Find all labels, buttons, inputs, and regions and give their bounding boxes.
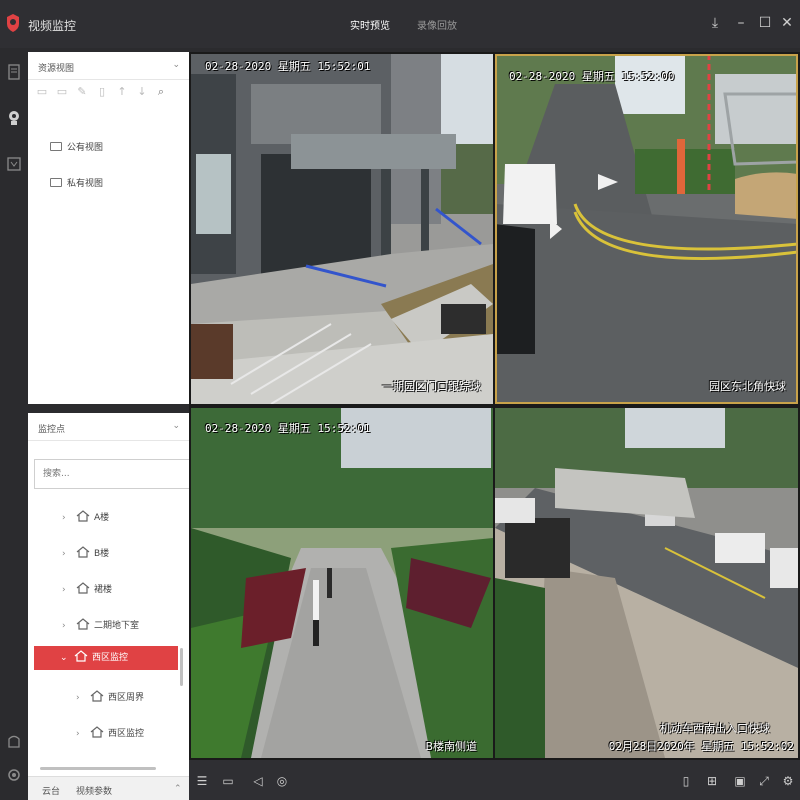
video-frame <box>495 408 798 758</box>
settings-icon[interactable]: ⚙ <box>781 774 795 788</box>
tree-item-label: 西区监控 <box>108 729 145 739</box>
tab-ptz[interactable]: 云台 <box>42 784 60 797</box>
tree-item-west-monitor-sub[interactable]: › 西区监控 <box>76 722 180 746</box>
chevron-right-icon[interactable]: › <box>62 542 76 566</box>
tree-scrollbar[interactable] <box>180 648 183 686</box>
app-logo-icon <box>7 14 19 32</box>
camera-timestamp: 02-28-2020 星期五 15:52:01 <box>205 60 371 73</box>
tree-item-west-monitor[interactable]: ⌄ 西区监控 <box>34 646 178 670</box>
chevron-up-icon[interactable]: ⌃ <box>174 784 182 794</box>
grid-layout-icon[interactable]: ⊞ <box>705 774 719 788</box>
list-icon[interactable]: ☰ <box>195 774 209 788</box>
layout-icon[interactable]: ▭ <box>221 774 235 788</box>
delete-icon[interactable]: ▯ <box>679 774 693 788</box>
volume-icon[interactable]: ◁ <box>251 774 265 788</box>
home-icon <box>76 618 90 630</box>
chevron-down-icon[interactable]: ⌄ <box>172 60 180 70</box>
tree-horizontal-scrollbar[interactable] <box>40 767 156 770</box>
camera-timestamp: 02-28-2020 星期五 15:52:01 <box>205 422 371 435</box>
home-icon <box>76 546 90 558</box>
settings-icon[interactable] <box>6 767 22 783</box>
tab-playback[interactable]: 录像回放 <box>417 17 457 32</box>
close-icon[interactable]: ✕ <box>778 14 796 32</box>
chevron-right-icon[interactable]: › <box>76 686 90 710</box>
tree-item-basement[interactable]: › 二期地下室 <box>62 614 182 638</box>
tree-item-label: 裙楼 <box>94 585 113 595</box>
chevron-down-icon[interactable]: ⌄ <box>60 646 74 670</box>
playback-toolbar: ☰ ▭ ◁ ◎ ▯ ⊞ ▣ ⤢ ⚙ <box>189 760 800 800</box>
alarm-icon[interactable] <box>6 733 22 749</box>
camera-name: 一期园区门口跟踪球 <box>382 380 481 393</box>
tree-item-west-perimeter[interactable]: › 西区周界 <box>76 686 180 710</box>
video-cell-2[interactable]: 02-28-2020 星期五 15:52:00 园区东北角快球 <box>495 54 798 404</box>
monitor-points-header[interactable]: 监控点 ⌄ <box>28 413 189 441</box>
monitor-points-title: 监控点 <box>38 425 66 435</box>
map-icon[interactable] <box>6 156 22 172</box>
maximize-icon[interactable]: ☐ <box>756 14 774 32</box>
move-up-icon[interactable]: ↑ <box>116 86 128 98</box>
video-frame <box>495 54 798 404</box>
resource-view-title: 资源视图 <box>38 64 75 74</box>
resource-view-header[interactable]: 资源视图 ⌄ <box>28 52 189 80</box>
chevron-right-icon[interactable]: › <box>62 614 76 638</box>
camera-name: 机动车西南出入口快球 <box>660 722 770 735</box>
camera-name: B楼南侧道 <box>425 740 477 753</box>
tree-item-label: 西区周界 <box>108 693 145 703</box>
folder-icon <box>50 178 62 187</box>
folder-public-view[interactable]: 公有视图 <box>50 140 103 156</box>
copy-icon[interactable]: ▭ <box>56 86 68 98</box>
folder-label: 公有视图 <box>67 143 104 153</box>
search-field[interactable] <box>34 459 212 489</box>
camera-timestamp: 02-28-2020 星期五 15:52:00 <box>509 70 675 83</box>
video-frame <box>191 54 493 404</box>
video-cell-4[interactable]: 机动车西南出入口快球 02月28日2020年 星期五 15:52:02 <box>495 408 798 758</box>
tree-item-label: 二期地下室 <box>94 621 140 631</box>
chevron-down-icon[interactable]: ⌄ <box>172 421 180 431</box>
search-input[interactable] <box>35 460 175 488</box>
resource-view-panel: 资源视图 ⌄ ▭ ▭ ✎ ▯ ↑ ↓ ⌕ 公有视图 私有视图 <box>28 52 189 404</box>
fullscreen-icon[interactable]: ⤢ <box>757 774 771 788</box>
delete-icon[interactable]: ▯ <box>96 86 108 98</box>
camera-icon[interactable] <box>6 110 22 126</box>
window-icon[interactable]: ▣ <box>733 774 747 788</box>
tree-item-label: A楼 <box>94 513 110 523</box>
tree-item-label: B楼 <box>94 549 110 559</box>
home-icon <box>74 650 88 662</box>
minimize-icon[interactable]: – <box>732 14 750 32</box>
home-icon <box>90 726 104 738</box>
video-cell-3[interactable]: 02-28-2020 星期五 15:52:01 B楼南侧道 <box>191 408 493 758</box>
add-folder-icon[interactable]: ▭ <box>36 86 48 98</box>
snapshot-icon[interactable]: ◎ <box>275 774 289 788</box>
tab-video-params[interactable]: 视频参数 <box>76 784 112 797</box>
home-icon <box>90 690 104 702</box>
video-grid: 02-28-2020 星期五 15:52:01 一期园区门口跟踪球 02-28-… <box>189 52 800 760</box>
left-rail <box>0 48 28 800</box>
folder-icon <box>50 142 62 151</box>
video-frame <box>191 408 493 758</box>
resource-toolbar: ▭ ▭ ✎ ▯ ↑ ↓ ⌕ <box>28 80 189 106</box>
home-icon <box>76 582 90 594</box>
tab-live-preview[interactable]: 实时预览 <box>350 17 390 32</box>
app-title: 视频监控 <box>28 19 77 33</box>
chevron-right-icon[interactable]: › <box>62 578 76 602</box>
chevron-right-icon[interactable]: › <box>62 506 76 530</box>
download-icon[interactable]: ⤓ <box>706 14 724 32</box>
folder-label: 私有视图 <box>67 179 104 189</box>
move-down-icon[interactable]: ↓ <box>136 86 148 98</box>
video-cell-1[interactable]: 02-28-2020 星期五 15:52:01 一期园区门口跟踪球 <box>191 54 493 404</box>
title-bar: 视频监控 实时预览 录像回放 ⤓ – ☐ ✕ <box>0 0 800 48</box>
bottom-tabs: 云台 视频参数 ⌃ <box>28 776 189 800</box>
edit-icon[interactable]: ✎ <box>76 86 88 98</box>
document-icon[interactable] <box>6 64 22 80</box>
search-icon[interactable]: ⌕ <box>155 86 167 98</box>
camera-name: 园区东北角快球 <box>709 380 786 393</box>
folder-private-view[interactable]: 私有视图 <box>50 176 103 192</box>
camera-timestamp: 02月28日2020年 星期五 15:52:02 <box>608 740 794 753</box>
chevron-right-icon[interactable]: › <box>76 722 90 746</box>
tree-item-label: 西区监控 <box>92 653 129 663</box>
home-icon <box>76 510 90 522</box>
